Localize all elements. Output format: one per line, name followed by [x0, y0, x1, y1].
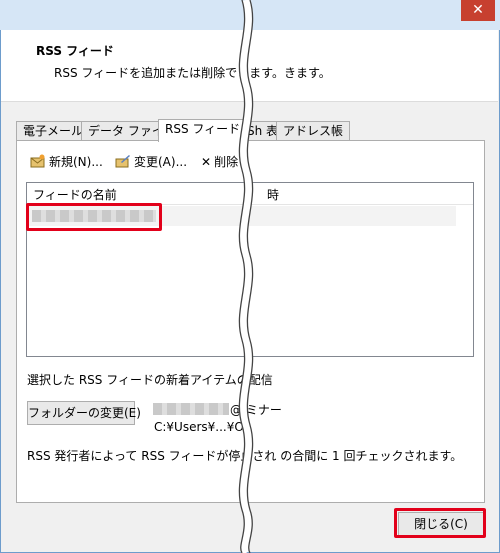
delete-feed-label: 削除	[214, 155, 239, 169]
title-bar	[0, 0, 500, 30]
change-feed-button[interactable]: 変更(A)...	[115, 152, 187, 172]
publisher-note: RSS 発行者によって RSS フィードが停止され の合間に 1 回チェックされ…	[27, 449, 463, 463]
tab-rss-feeds[interactable]: RSS フィード	[158, 119, 248, 142]
tab-email[interactable]: 電子メール	[16, 121, 91, 141]
new-feed-button[interactable]: 新規(N)...	[30, 152, 103, 172]
redacted-account	[153, 403, 229, 415]
delete-icon: ✕	[201, 155, 212, 169]
list-header: フィードの名前 時	[27, 183, 473, 205]
page-description: RSS フィードを追加または削除できます。きます。	[54, 66, 331, 80]
change-folder-button[interactable]: フォルダーの変更(E)	[27, 401, 141, 425]
highlight-box-close	[394, 508, 486, 538]
tab-address-books[interactable]: アドレス帳	[276, 121, 351, 141]
edit-feed-icon	[115, 154, 131, 168]
selected-feed-text: 選択した RSS フィードの新着アイテムの配信	[27, 373, 273, 387]
close-window-button[interactable]: ✕	[461, 0, 495, 21]
change-feed-label: 変更(A)...	[134, 155, 188, 169]
folder-path: C:¥Users¥...¥Ou	[154, 420, 252, 434]
dialog-header: RSS フィード RSS フィードを追加または削除できます。きます。	[1, 30, 498, 102]
column-time[interactable]: 時	[267, 186, 279, 203]
new-feed-label: 新規(N)...	[49, 155, 103, 169]
delete-feed-button[interactable]: ✕ 削除	[201, 152, 238, 172]
column-feed-name[interactable]: フィードの名前	[33, 186, 117, 203]
folder-account-suffix: @ ミナー	[230, 403, 282, 417]
page-title: RSS フィード	[36, 44, 114, 58]
highlight-box-feed	[26, 203, 162, 231]
new-feed-icon	[30, 154, 46, 168]
